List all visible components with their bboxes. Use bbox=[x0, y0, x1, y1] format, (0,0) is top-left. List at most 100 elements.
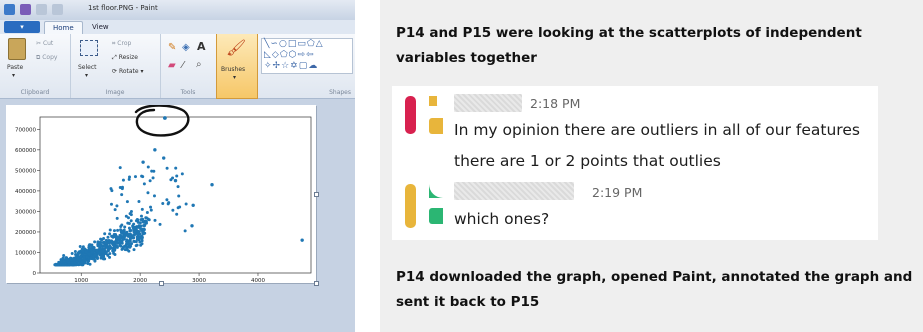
x-tick-label: 2000 bbox=[133, 278, 147, 283]
data-point bbox=[142, 182, 146, 186]
eraser-icon[interactable]: ▰ bbox=[168, 60, 176, 71]
select-icon[interactable] bbox=[80, 40, 98, 56]
data-point bbox=[76, 257, 80, 261]
undo-icon[interactable] bbox=[36, 4, 47, 15]
brushes-group[interactable]: 🖌 Brushes ▾ bbox=[216, 34, 258, 99]
color-picker-icon[interactable]: ⁄ bbox=[182, 60, 184, 71]
paint-canvas[interactable]: 0 100000 200000 300000 400000 500000 600000 700… bbox=[6, 105, 316, 283]
paste-icon[interactable] bbox=[8, 38, 26, 60]
redo-icon[interactable] bbox=[52, 4, 63, 15]
resize-button[interactable]: ⤢ Resize bbox=[112, 54, 138, 62]
outlier-point bbox=[190, 224, 194, 228]
data-point bbox=[151, 176, 155, 180]
hexagon-shape-icon[interactable]: ⬡ bbox=[289, 50, 298, 60]
data-point bbox=[120, 223, 124, 227]
data-point bbox=[166, 202, 170, 206]
magnifier-icon[interactable]: ⌕ bbox=[196, 59, 202, 70]
four-arrow-shape-icon[interactable]: ✢ bbox=[273, 61, 282, 71]
triangle-shape-icon[interactable]: △ bbox=[316, 39, 324, 49]
file-menu-button[interactable]: ▾ bbox=[4, 21, 40, 33]
description-panel: P14 and P15 were looking at the scatterp… bbox=[380, 0, 923, 332]
user-avatar bbox=[405, 96, 447, 134]
image-group: Select ▾ ⌗ Crop ⤢ Resize ⟳ Rotate ▾ Imag… bbox=[70, 34, 161, 98]
save-icon[interactable] bbox=[20, 4, 31, 15]
data-point bbox=[111, 243, 115, 247]
data-point bbox=[136, 230, 140, 234]
paste-dropdown-icon[interactable]: ▾ bbox=[12, 72, 15, 79]
star-shape-icon[interactable]: ☆ bbox=[281, 61, 290, 71]
cut-button[interactable]: ✂ Cut bbox=[36, 40, 53, 47]
y-tick-label: 300000 bbox=[15, 209, 36, 215]
title-bar: 1st floor.PNG - Paint bbox=[0, 0, 355, 20]
oval-shape-icon[interactable]: ○ bbox=[279, 39, 288, 49]
crop-button[interactable]: ⌗ Crop bbox=[112, 40, 131, 48]
data-point bbox=[93, 259, 97, 263]
message-time: 2:19 PM bbox=[592, 185, 643, 200]
select-dropdown-icon[interactable]: ▾ bbox=[85, 72, 88, 79]
polygon-shape-icon[interactable]: ⬠ bbox=[307, 39, 316, 49]
data-point bbox=[146, 165, 150, 169]
pencil-icon[interactable]: ✎ bbox=[168, 42, 176, 53]
ribbon: Paste ▾ ✂ Cut ⧉ Copy Clipboard Select ▾ … bbox=[0, 34, 355, 99]
text-icon[interactable]: A bbox=[197, 40, 206, 53]
rounded-rect-shape-icon[interactable]: ▭ bbox=[297, 39, 307, 49]
right-triangle-shape-icon[interactable]: ◺ bbox=[264, 50, 272, 60]
diamond-shape-icon[interactable]: ◇ bbox=[272, 50, 280, 60]
fill-icon[interactable]: ◈ bbox=[182, 42, 190, 53]
data-point bbox=[148, 179, 152, 183]
curve-shape-icon[interactable]: ∽ bbox=[270, 39, 279, 49]
resize-handle-bottom[interactable] bbox=[159, 281, 164, 286]
cloud-shape-icon[interactable]: ☁ bbox=[308, 61, 318, 71]
tab-home[interactable]: Home bbox=[44, 21, 83, 35]
clipboard-group: Paste ▾ ✂ Cut ⧉ Copy Clipboard bbox=[0, 34, 71, 98]
data-point bbox=[112, 229, 116, 233]
left-arrow-shape-icon[interactable]: ⇦ bbox=[306, 50, 315, 60]
four-point-star-shape-icon[interactable]: ✧ bbox=[264, 61, 273, 71]
data-point bbox=[122, 228, 126, 232]
data-point bbox=[125, 200, 129, 204]
right-arrow-shape-icon[interactable]: ⇨ bbox=[298, 50, 307, 60]
data-point bbox=[108, 239, 112, 243]
data-point bbox=[110, 235, 114, 239]
rotate-label: Rotate bbox=[118, 68, 139, 75]
data-point bbox=[132, 248, 136, 252]
data-point bbox=[149, 205, 153, 209]
pentagon-shape-icon[interactable]: ⬠ bbox=[280, 50, 289, 60]
data-point bbox=[139, 214, 143, 218]
window-title: 1st floor.PNG - Paint bbox=[88, 4, 158, 12]
shapes-gallery[interactable]: ╲∽○□▭⬠△ ◺◇⬠⬡⇨⇦ ✧✢☆✡▢☁ bbox=[261, 38, 353, 74]
data-point bbox=[62, 254, 66, 258]
data-point bbox=[127, 177, 131, 181]
data-point bbox=[161, 201, 165, 205]
shapes-group: ╲∽○□▭⬠△ ◺◇⬠⬡⇨⇦ ✧✢☆✡▢☁ Shapes bbox=[256, 34, 355, 98]
rectangle-shape-icon[interactable]: □ bbox=[288, 39, 298, 49]
six-point-star-shape-icon[interactable]: ✡ bbox=[290, 61, 299, 71]
data-point bbox=[106, 249, 110, 253]
rotate-button[interactable]: ⟳ Rotate ▾ bbox=[112, 68, 144, 75]
resize-handle-right[interactable] bbox=[314, 192, 319, 197]
slack-chat-snippet: 2:18 PM In my opinion there are outliers… bbox=[392, 86, 878, 240]
resize-handle-corner[interactable] bbox=[314, 281, 319, 286]
data-point bbox=[175, 174, 179, 178]
data-point bbox=[178, 205, 182, 209]
tab-view[interactable]: View bbox=[84, 21, 117, 34]
select-button-label[interactable]: Select bbox=[78, 64, 97, 71]
data-point bbox=[123, 234, 127, 238]
data-point bbox=[175, 212, 179, 216]
data-point bbox=[61, 256, 65, 260]
tools-group: ✎ ◈ A ▰ ⁄ ⌕ Tools bbox=[160, 34, 217, 98]
data-point bbox=[73, 250, 77, 254]
data-point bbox=[140, 237, 144, 241]
data-point bbox=[124, 214, 128, 218]
callout-shape-icon[interactable]: ▢ bbox=[299, 61, 309, 71]
copy-button[interactable]: ⧉ Copy bbox=[36, 54, 57, 62]
data-point bbox=[113, 252, 117, 256]
paste-button-label[interactable]: Paste bbox=[7, 64, 23, 71]
cut-label: Cut bbox=[42, 40, 54, 47]
data-point bbox=[68, 256, 72, 260]
message-text: there are 1 or 2 points that outlies bbox=[454, 152, 721, 170]
data-point bbox=[120, 247, 124, 251]
data-point bbox=[158, 222, 162, 226]
data-point bbox=[78, 262, 82, 266]
data-point bbox=[133, 239, 137, 243]
